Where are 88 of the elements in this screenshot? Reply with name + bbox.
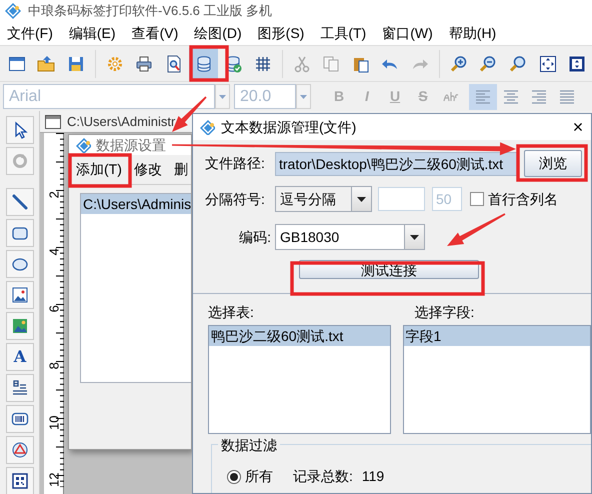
ruler-label: 8 [45, 361, 62, 372]
qr-code-icon [11, 472, 29, 490]
list-item[interactable]: 字段1 [404, 326, 590, 346]
menu-item[interactable]: 绘图(D) [189, 22, 247, 45]
record-count: 119 [362, 467, 384, 486]
zoom-in-icon [450, 54, 468, 72]
open-folder-icon [37, 54, 56, 72]
window-icon [8, 54, 26, 72]
menu-item[interactable]: 文件(F) [2, 22, 58, 45]
custom-separator-field[interactable] [378, 187, 425, 211]
shape-icon [11, 441, 29, 459]
fit-page-icon [538, 54, 557, 72]
rotate-icon [11, 152, 29, 170]
barcode-icon [11, 410, 29, 428]
align-right-icon [530, 88, 548, 106]
gear-icon [106, 54, 124, 72]
align-left-icon [474, 88, 492, 106]
paragraph-icon [11, 379, 29, 397]
close-button[interactable]: × [565, 115, 591, 139]
tool-button[interactable] [6, 436, 34, 464]
menu-item[interactable]: 查看(V) [126, 22, 184, 45]
ruler-label: 6 [45, 304, 62, 314]
picture-icon [11, 317, 29, 335]
zoom-icon [509, 54, 528, 72]
dialog-title: 文本数据源管理(文件) [221, 118, 356, 137]
field-label: 分隔符号: [205, 190, 266, 208]
encoding-dropdown[interactable]: GB18030 [275, 224, 425, 250]
menu-item[interactable]: 图形(S) [252, 22, 310, 45]
tool-button[interactable] [6, 374, 34, 402]
printer-icon [135, 54, 154, 72]
tool-button[interactable] [6, 467, 34, 494]
ruler-label: 2 [45, 190, 62, 200]
tool-button[interactable] [6, 405, 34, 433]
tool-button[interactable] [6, 250, 34, 278]
tool-button[interactable] [6, 312, 34, 340]
highlight-frame [68, 153, 132, 188]
menu-item[interactable]: 帮助(H) [444, 22, 502, 45]
ruler-label: 12 [45, 472, 62, 488]
document-icon [44, 112, 62, 130]
app-title: 中琅条码标签打印软件-V6.5.6 工业版 多机 [28, 2, 272, 20]
grid-icon [254, 54, 272, 72]
scissors-icon [292, 54, 311, 72]
list-label: 选择字段: [414, 303, 476, 322]
image-icon [11, 286, 29, 304]
separator-dropdown[interactable]: 逗号分隔 [275, 186, 372, 212]
app-logo-icon [199, 119, 215, 135]
path-field[interactable]: trator\Desktop\鸭巴沙二级60测试.txt [275, 152, 518, 176]
zoom-out-icon [479, 54, 498, 72]
document-title: C:\Users\Administr [67, 112, 176, 131]
radio-label: 所有 [245, 467, 273, 486]
ruler-label: 4 [45, 247, 62, 258]
tool-button[interactable] [6, 219, 34, 247]
dialog-title: 数据源设置 [96, 136, 166, 154]
copy-icon [322, 54, 340, 72]
tool-button[interactable] [6, 188, 34, 216]
fit-width-icon [568, 54, 586, 72]
field-label: 文件路径: [205, 154, 266, 173]
caret-icon [356, 194, 367, 204]
text-effect-icon [443, 91, 459, 102]
justify-icon [558, 88, 576, 106]
menu-item[interactable]: 工具(T) [315, 22, 372, 45]
browse-button[interactable]: 浏览 [524, 150, 582, 177]
list-item[interactable]: 鸭巴沙二级60测试.txt [209, 326, 390, 346]
database-icon [194, 54, 213, 72]
count-label: 记录总数: [293, 467, 353, 486]
checkbox-label: 首行含列名 [488, 190, 558, 208]
print-preview-icon [165, 54, 183, 72]
annotation-arrow [447, 213, 506, 246]
toolbar-action[interactable]: 删 [174, 159, 188, 180]
checkbox[interactable] [470, 192, 484, 206]
tool-button[interactable] [6, 116, 34, 144]
ruler-label: 10 [45, 414, 62, 431]
align-center-icon [502, 88, 520, 106]
highlight-frame [189, 45, 229, 82]
toolbar-action[interactable]: 修改 [134, 159, 162, 180]
radio-button[interactable] [227, 470, 241, 484]
tool-button[interactable] [6, 281, 34, 309]
menu-item[interactable]: 编辑(E) [64, 22, 121, 45]
toolbar-action[interactable]: 添加(T) [76, 159, 122, 180]
caret-icon [409, 232, 420, 242]
list-item[interactable]: C:\Users\Adminis [81, 194, 191, 214]
text-tool-button[interactable]: A [6, 343, 34, 371]
list-label: 选择表: [208, 303, 255, 322]
highlight-frame [516, 144, 588, 182]
save-icon [67, 54, 86, 72]
menu-item[interactable]: 窗口(W) [377, 22, 438, 45]
line-icon [11, 193, 29, 211]
field-label: 编码: [238, 228, 272, 246]
